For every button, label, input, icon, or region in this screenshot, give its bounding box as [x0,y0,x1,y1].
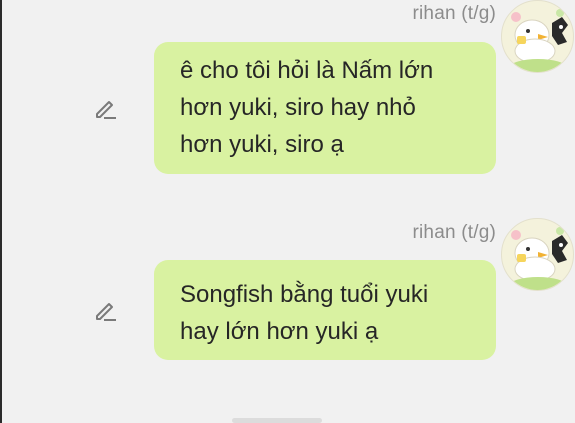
sender-avatar-2[interactable] [501,218,574,291]
message-text-line: hay lớn hơn yuki ạ [180,318,379,345]
window-edge [0,0,2,423]
sender-avatar-1[interactable] [501,0,574,73]
message-text-line: hơn yuki, siro ạ [180,131,344,158]
duck-avatar-icon [510,227,568,290]
pencil-edit-icon[interactable] [93,297,119,323]
message-text-line: Songfish bằng tuổi yuki [180,281,429,308]
message-sender-2: rihan (t/g) [412,222,496,243]
scroll-indicator [232,418,322,423]
message-bubble-1[interactable]: ê cho tôi hỏi là Nấm lớn hơn yuki, siro … [154,42,496,174]
message-sender-1: rihan (t/g) [412,3,496,24]
duck-avatar-icon [510,9,568,72]
message-text-line: hơn yuki, siro hay nhỏ [180,94,416,121]
pencil-edit-icon[interactable] [93,95,119,121]
message-bubble-2[interactable]: Songfish bằng tuổi yuki hay lớn hơn yuki… [154,260,496,360]
message-text-line: ê cho tôi hỏi là Nấm lớn [180,57,434,84]
